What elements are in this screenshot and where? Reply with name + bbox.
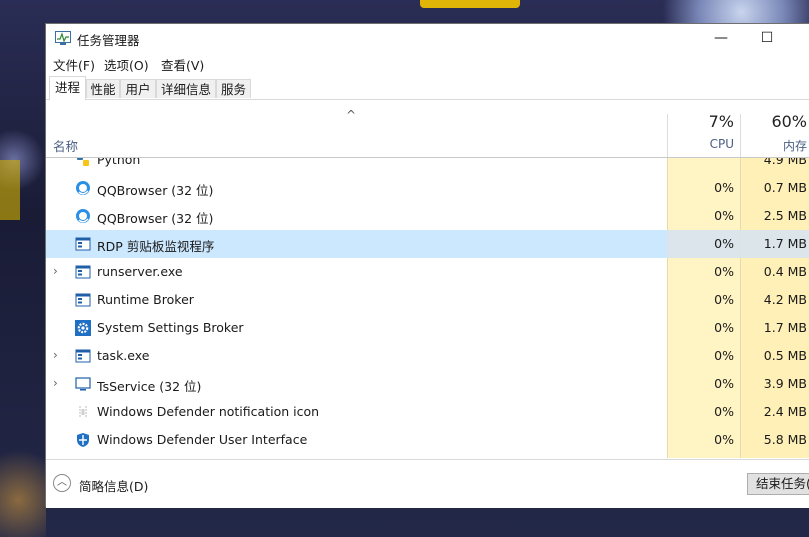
process-memory: 2.4 MB	[763, 404, 807, 419]
menu-file[interactable]: 文件(F)	[53, 55, 95, 74]
process-name: task.exe	[97, 348, 150, 363]
process-name: System Settings Broker	[97, 320, 244, 335]
process-memory: 0.7 MB	[763, 180, 807, 195]
process-cpu: 0%	[714, 320, 734, 335]
app-window-icon	[75, 236, 91, 252]
menu-bar: 文件(F) 选项(O) 查看(V)	[46, 53, 809, 73]
app-window-icon	[75, 292, 91, 308]
process-cpu: 0%	[714, 208, 734, 223]
collapse-chevron-icon[interactable]: ︿	[53, 474, 71, 492]
column-cpu[interactable]: CPU	[667, 137, 734, 151]
python-icon	[75, 158, 91, 168]
process-name: QQBrowser (32 位)	[97, 183, 214, 198]
expand-chevron-icon[interactable]: ›	[53, 264, 58, 278]
tab-strip: 进程 性能 用户 详细信息 服务	[46, 75, 809, 100]
process-name: Windows Defender notification icon	[97, 404, 320, 419]
qqbrowser-icon	[75, 208, 91, 224]
task-manager-icon	[55, 31, 71, 45]
process-row[interactable]: Python 4.9 MB	[46, 158, 809, 174]
process-cpu: 0%	[714, 348, 734, 363]
process-cpu: 0%	[714, 264, 734, 279]
process-memory: 4.9 MB	[763, 158, 807, 167]
minimize-button[interactable]: —	[698, 24, 744, 53]
cpu-total-percent: 7%	[708, 112, 734, 131]
process-name: runserver.exe	[97, 264, 183, 279]
process-row[interactable]: › runserver.exe 0% 0.4 MB	[46, 258, 809, 286]
process-name: TsService (32 位)	[97, 379, 202, 394]
memory-total-percent: 60%	[771, 112, 807, 131]
process-cpu: 0%	[714, 432, 734, 447]
column-header: ^ 名称 7% CPU 60% 内存	[46, 100, 809, 158]
footer-bar: ︿ 简略信息(D) 结束任务(	[46, 459, 809, 508]
title-bar[interactable]: 任务管理器 — ☐	[46, 24, 809, 53]
process-row[interactable]: Windows Defender User Interface 0% 5.8 MB	[46, 426, 809, 454]
process-row[interactable]: QQBrowser (32 位) 0% 0.7 MB	[46, 174, 809, 202]
process-memory: 1.7 MB	[763, 236, 807, 251]
process-row[interactable]: › task.exe 0% 0.5 MB	[46, 342, 809, 370]
tab-performance[interactable]: 性能	[86, 79, 120, 98]
process-memory: 5.8 MB	[763, 432, 807, 447]
process-row[interactable]: › TsService (32 位) 0% 3.9 MB	[46, 370, 809, 398]
process-row[interactable]: Windows Defender notification icon 0% 2.4 …	[46, 398, 809, 426]
defender-shield-icon	[75, 432, 91, 448]
process-cpu: 0%	[714, 236, 734, 251]
process-name: RDP 剪贴板监视程序	[97, 239, 215, 254]
process-row[interactable]: System Settings Broker 0% 1.7 MB	[46, 314, 809, 342]
menu-options[interactable]: 选项(O)	[104, 55, 149, 74]
process-memory: 3.9 MB	[763, 376, 807, 391]
fewer-details-link[interactable]: 简略信息(D)	[79, 476, 148, 495]
process-cpu: 0%	[714, 376, 734, 391]
task-manager-window: 任务管理器 — ☐ 文件(F) 选项(O) 查看(V) 进程 性能 用户 详细信…	[45, 23, 809, 508]
process-name: Python	[97, 158, 141, 167]
expand-chevron-icon[interactable]: ›	[53, 376, 58, 390]
process-cpu: 0%	[714, 180, 734, 195]
process-memory: 1.7 MB	[763, 320, 807, 335]
sort-up-icon: ^	[346, 108, 357, 122]
end-task-button[interactable]: 结束任务(	[747, 473, 809, 495]
monitor-icon	[75, 376, 91, 392]
qqbrowser-icon	[75, 180, 91, 196]
process-name: Windows Defender User Interface	[97, 432, 308, 447]
process-list: Python 4.9 MB QQBrowser (32 位) 0% 0.7 MB QQBr…	[46, 158, 809, 458]
column-name[interactable]: 名称	[53, 136, 78, 155]
process-row[interactable]: QQBrowser (32 位) 0% 2.5 MB	[46, 202, 809, 230]
process-memory: 0.5 MB	[763, 348, 807, 363]
tab-services[interactable]: 服务	[216, 79, 251, 98]
maximize-button[interactable]: ☐	[744, 24, 790, 53]
process-cpu: 0%	[714, 404, 734, 419]
process-memory: 4.2 MB	[763, 292, 807, 307]
tab-users[interactable]: 用户	[120, 79, 156, 98]
tab-details[interactable]: 详细信息	[156, 79, 216, 98]
process-memory: 2.5 MB	[763, 208, 807, 223]
process-cpu: 0%	[714, 292, 734, 307]
column-memory[interactable]: 内存	[740, 137, 807, 154]
app-window-icon	[75, 348, 91, 364]
process-row[interactable]: RDP 剪贴板监视程序 0% 1.7 MB	[46, 230, 809, 258]
app-window-icon	[75, 264, 91, 280]
menu-view[interactable]: 查看(V)	[161, 55, 204, 74]
process-row[interactable]: Runtime Broker 0% 4.2 MB	[46, 286, 809, 314]
expand-chevron-icon[interactable]: ›	[53, 348, 58, 362]
process-name: Runtime Broker	[97, 292, 194, 307]
process-name: QQBrowser (32 位)	[97, 211, 214, 226]
defender-notify-icon	[75, 404, 91, 420]
process-memory: 0.4 MB	[763, 264, 807, 279]
settings-gear-icon	[75, 320, 91, 336]
window-title: 任务管理器	[77, 33, 140, 48]
tab-processes[interactable]: 进程	[49, 76, 86, 100]
